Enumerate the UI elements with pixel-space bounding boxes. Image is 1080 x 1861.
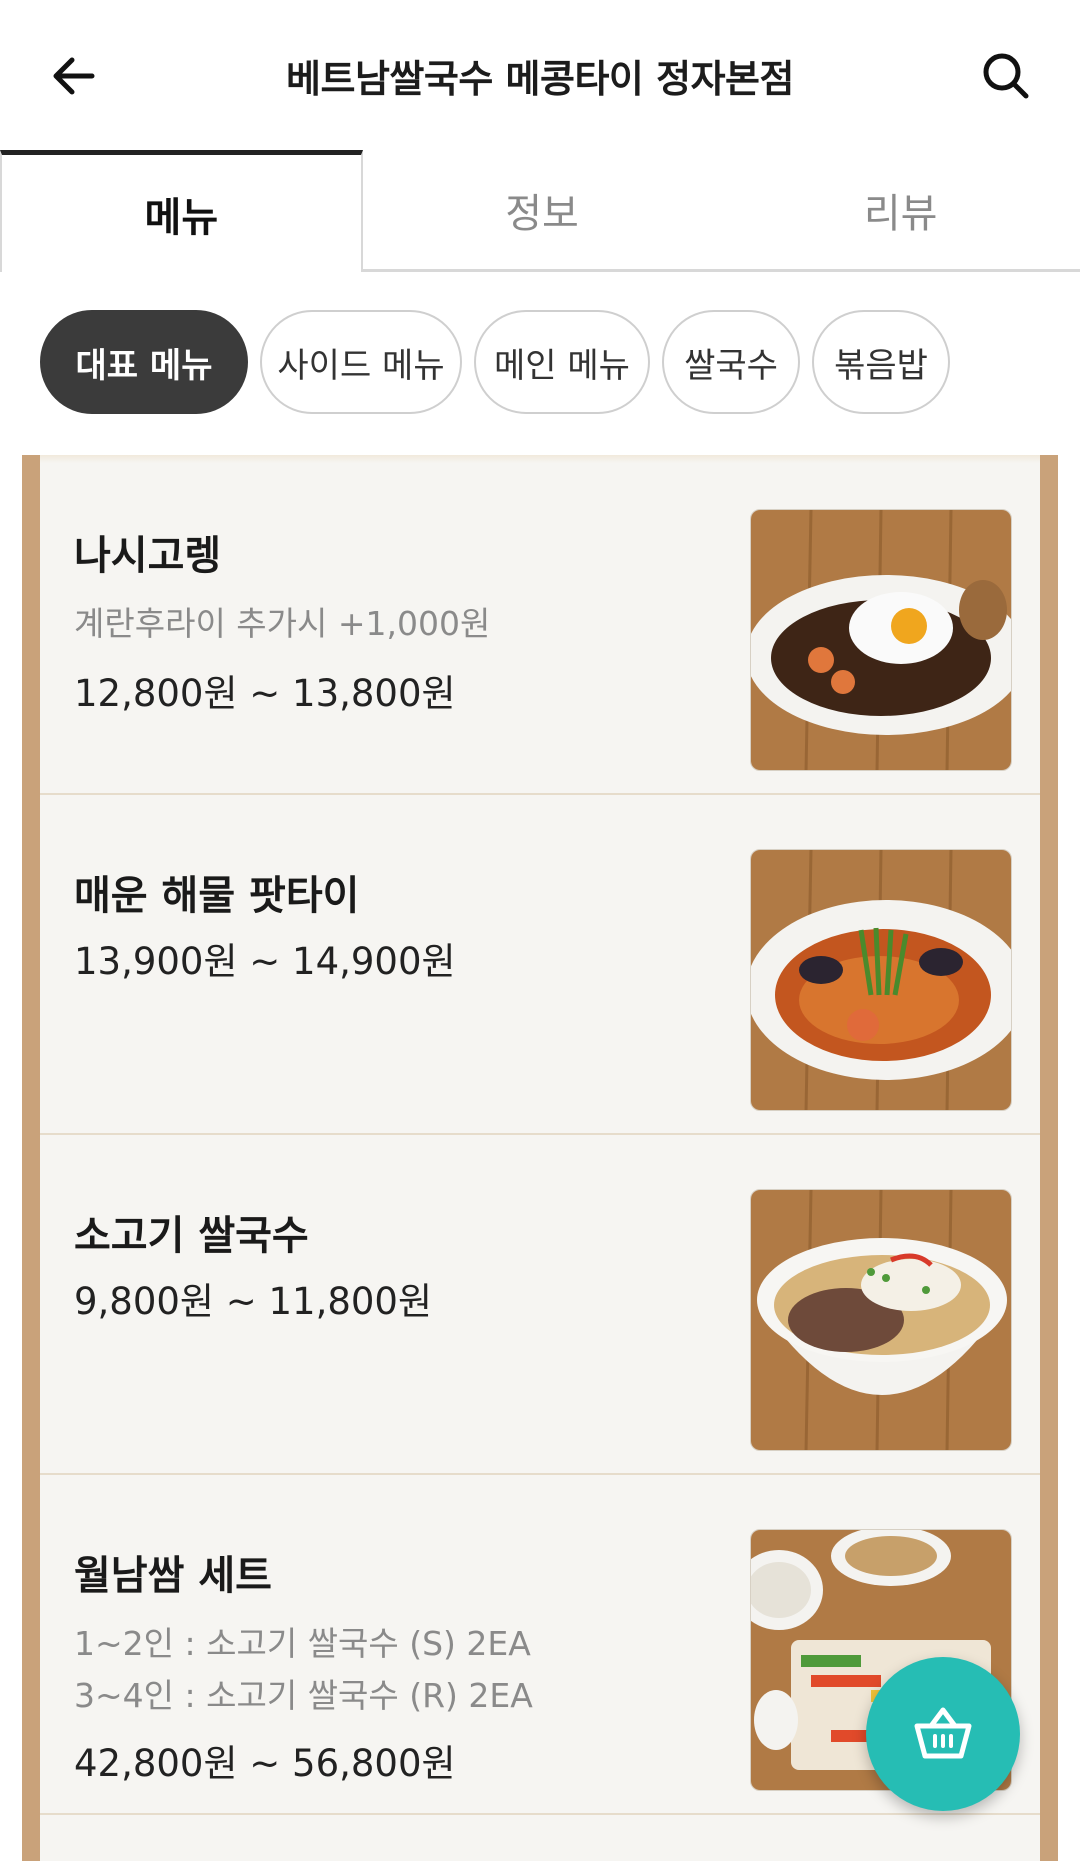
menu-item-name: 매운 해물 팟타이	[74, 873, 360, 919]
chip-main-menu[interactable]: 메인 메뉴	[474, 310, 650, 414]
page-title: 베트남쌀국수 메콩타이 정자본점	[286, 57, 794, 101]
menu-item-name: 월남쌈 세트	[74, 1553, 272, 1599]
arrow-left-icon	[53, 57, 95, 95]
section-tabs: 메뉴 정보 리뷰	[0, 150, 1080, 272]
chip-pho[interactable]: 쌀국수	[662, 310, 800, 414]
menu-board: 나시고렝 계란후라이 추가시 +1,000원 12,800원 ~ 13,800원	[22, 455, 1058, 1861]
back-button[interactable]	[38, 40, 110, 112]
menu-item-price: 42,800원 ~ 56,800원	[74, 1742, 456, 1785]
nasi-goreng-photo	[750, 509, 1012, 771]
menu-item[interactable]: 소고기 쌀국수 9,800원 ~ 11,800원	[40, 1135, 1040, 1475]
chip-signature-menu[interactable]: 대표 메뉴	[40, 310, 248, 414]
menu-item-desc: 1~2인 : 소고기 쌀국수 (S) 2EA	[74, 1624, 531, 1663]
app-header: 베트남쌀국수 메콩타이 정자본점	[0, 0, 1080, 150]
menu-item-desc: 3~4인 : 소고기 쌀국수 (R) 2EA	[74, 1676, 533, 1715]
tab-reviews[interactable]: 리뷰	[721, 150, 1080, 272]
menu-item-price: 9,800원 ~ 11,800원	[74, 1280, 432, 1323]
menu-item-price: 13,900원 ~ 14,900원	[74, 940, 456, 983]
chip-side-menu[interactable]: 사이드 메뉴	[260, 310, 462, 414]
category-chips: 대표 메뉴 사이드 메뉴 메인 메뉴 쌀국수 볶음밥	[0, 310, 1080, 420]
menu-item-name: 나시고렝	[74, 533, 222, 579]
menu-item-price: 12,800원 ~ 13,800원	[74, 672, 456, 715]
chip-fried-rice[interactable]: 볶음밥	[812, 310, 950, 414]
tab-info[interactable]: 정보	[362, 150, 722, 272]
beef-pho-photo	[750, 1189, 1012, 1451]
menu-item-desc: 계란후라이 추가시 +1,000원	[74, 604, 491, 643]
basket-button[interactable]	[866, 1657, 1020, 1811]
tab-menu[interactable]: 메뉴	[0, 150, 363, 272]
menu-item-name: 소고기 쌀국수	[74, 1213, 309, 1259]
search-icon	[983, 53, 1029, 99]
search-button[interactable]	[970, 40, 1042, 112]
menu-item[interactable]: 매운 해물 팟타이 13,900원 ~ 14,900원	[40, 795, 1040, 1135]
menu-item[interactable]: 나시고렝 계란후라이 추가시 +1,000원 12,800원 ~ 13,800원	[40, 455, 1040, 795]
pad-thai-photo	[750, 849, 1012, 1111]
menu-item-partial	[40, 1815, 1040, 1861]
basket-icon	[914, 1707, 972, 1759]
menu-list: 나시고렝 계란후라이 추가시 +1,000원 12,800원 ~ 13,800원	[40, 455, 1040, 1861]
